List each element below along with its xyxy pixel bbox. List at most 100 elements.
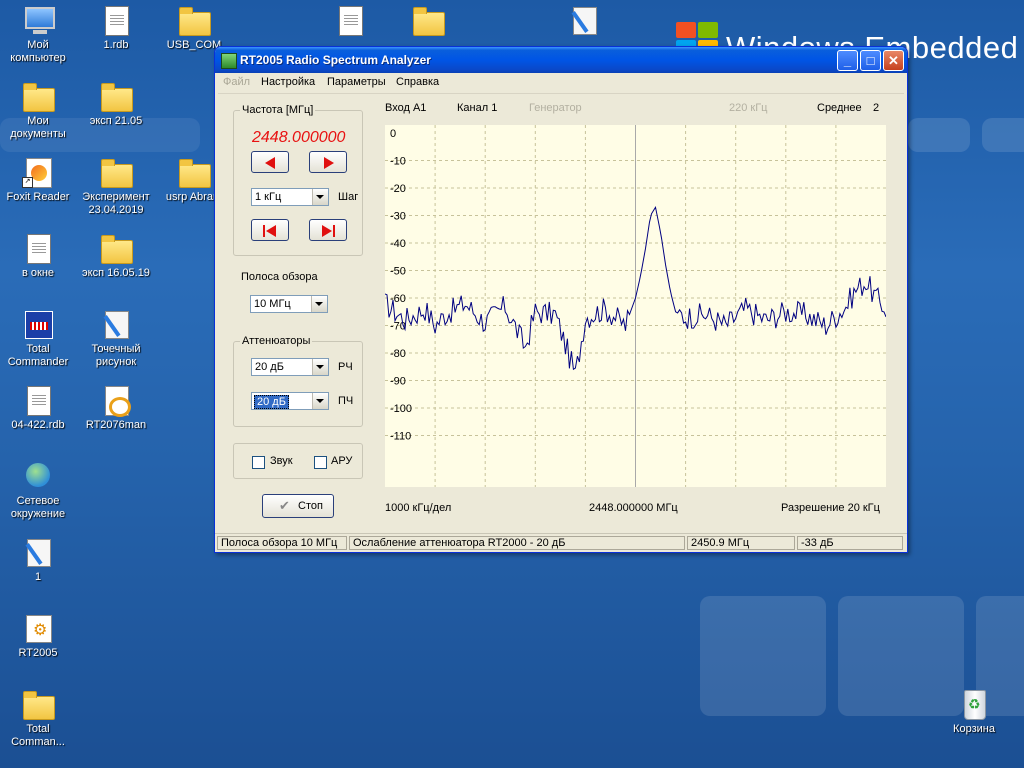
menu-settings[interactable]: Настройка — [261, 76, 315, 88]
y-tick-label: -10 — [390, 156, 406, 168]
frequency-decrease-button[interactable] — [251, 151, 289, 173]
center-frequency-label: 2448.000000 МГц — [589, 502, 678, 514]
network-globe-icon — [26, 463, 50, 487]
menu-help[interactable]: Справка — [396, 76, 439, 88]
desktop-icon-recycle-bin[interactable]: Корзина — [936, 688, 1012, 736]
desktop-icon-rt2005[interactable]: RT2005 — [0, 612, 76, 660]
desktop-decoration — [700, 596, 826, 716]
status-marker-frequency: 2450.9 МГц — [687, 536, 795, 550]
y-tick-label: -110 — [390, 431, 411, 443]
status-marker-level: -33 дБ — [797, 536, 903, 550]
shortcut-arrow-icon: ↗ — [22, 177, 33, 188]
chevron-down-icon[interactable] — [312, 359, 328, 375]
menu-file[interactable]: Файл — [223, 76, 250, 88]
desktop-icon-partial-paint[interactable] — [546, 4, 622, 39]
desktop-icon-04-422-rdb[interactable]: 04-422.rdb — [0, 384, 76, 432]
checkmark-icon: ✔ — [279, 498, 290, 513]
step-label: Шаг — [338, 191, 359, 203]
desktop-icon-rt2076man[interactable]: RT2076man — [78, 384, 154, 432]
frequency-display: 2448.000000 — [252, 129, 346, 146]
close-button[interactable]: ✕ — [883, 50, 904, 71]
attenuators-group: Аттенюаторы 20 дБ РЧ 20 дБ ПЧ — [233, 335, 363, 427]
menu-bar: Файл Настройка Параметры Справка — [218, 73, 904, 94]
desktop-icon-network[interactable]: Сетевое окружение — [0, 460, 76, 521]
desktop-icon-total-commander[interactable]: Total Commander — [0, 308, 76, 369]
folder-icon — [101, 83, 133, 112]
y-tick-label: -80 — [390, 348, 406, 360]
y-tick-label: -20 — [390, 183, 406, 195]
minimize-button[interactable]: _ — [837, 50, 858, 71]
desktop-icon-1[interactable]: 1 — [0, 536, 76, 584]
desktop-icon-bitmap[interactable]: Точечный рисунок — [78, 308, 154, 369]
y-tick-label: 0 — [390, 128, 396, 140]
folder-icon — [413, 7, 445, 36]
stop-button[interactable]: ✔ Стоп — [262, 494, 334, 518]
y-tick-label: -30 — [390, 211, 406, 223]
window-title: RT2005 Radio Spectrum Analyzer — [240, 53, 431, 67]
span-select[interactable]: 10 МГц — [250, 295, 328, 313]
spectrum-chart[interactable]: 0-10-20-30-40-50-60-70-80-90-100-110 — [385, 125, 886, 487]
computer-icon — [25, 7, 55, 34]
paint-icon — [573, 7, 597, 35]
frequency-start-button[interactable] — [251, 219, 289, 241]
desktop-icon-rdb-file[interactable]: 1.rdb — [78, 4, 154, 52]
chevron-down-icon[interactable] — [312, 189, 328, 205]
rf-attenuator-select[interactable]: 20 дБ — [251, 358, 329, 376]
frequency-group-label: Частота [МГц] — [240, 104, 316, 116]
chevron-down-icon[interactable] — [311, 296, 327, 312]
bandwidth-label: 220 кГц — [729, 102, 768, 114]
resolution-label: Разрешение 20 кГц — [781, 502, 880, 514]
frequency-increase-button[interactable] — [309, 151, 347, 173]
channel-label: Канал 1 — [457, 102, 498, 114]
desktop-icon-foxit-reader[interactable]: ↗ Foxit Reader — [0, 156, 76, 204]
span-label: Полоса обзора — [241, 271, 318, 283]
average-label: Среднее — [817, 102, 862, 114]
desktop-icon-my-documents[interactable]: Мои документы — [0, 80, 76, 141]
y-tick-label: -90 — [390, 376, 406, 388]
desktop-icon-v-okne[interactable]: в окне — [0, 232, 76, 280]
desktop-icon-partial-folder[interactable] — [390, 4, 466, 39]
menu-parameters[interactable]: Параметры — [327, 76, 386, 88]
app-icon — [221, 53, 237, 69]
rt2005-app-icon — [26, 615, 52, 643]
folder-icon — [101, 159, 133, 188]
desktop-icon-experiment-2304[interactable]: Эксперимент 23.04.2019 — [78, 156, 154, 217]
agc-label: АРУ — [331, 455, 353, 467]
y-tick-label: -50 — [390, 266, 406, 278]
desktop-icon-total-commander-folder[interactable]: Total Comman... — [0, 688, 76, 749]
document-icon — [27, 386, 51, 416]
frequency-end-button[interactable] — [309, 219, 347, 241]
agc-checkbox[interactable] — [314, 456, 327, 469]
desktop-icon-my-computer[interactable]: Мой компьютер — [0, 4, 76, 65]
arrow-left-icon — [265, 157, 275, 169]
recycle-bin-icon — [964, 690, 986, 720]
if-label: ПЧ — [338, 395, 354, 407]
pdf-icon — [105, 386, 131, 417]
total-commander-icon — [25, 311, 53, 339]
folder-icon — [179, 7, 211, 36]
desktop-icon-usb-com[interactable]: USB_COM — [156, 4, 232, 52]
desktop-icon-exp-160519[interactable]: эксп 16.05.19 — [78, 232, 154, 280]
title-bar[interactable]: RT2005 Radio Spectrum Analyzer _ □ ✕ — [215, 47, 907, 73]
spectrum-analyzer-window: RT2005 Radio Spectrum Analyzer _ □ ✕ Фай… — [214, 46, 908, 553]
attenuators-group-label: Аттенюаторы — [240, 335, 313, 347]
frequency-group: Частота [МГц] 2448.000000 1 кГц Шаг — [233, 104, 363, 256]
chevron-down-icon[interactable] — [312, 393, 328, 409]
folder-icon — [101, 235, 133, 264]
if-attenuator-select[interactable]: 20 дБ — [251, 392, 329, 410]
document-icon — [105, 6, 129, 36]
arrow-right-icon — [324, 157, 334, 169]
rf-label: РЧ — [338, 361, 353, 373]
maximize-button[interactable]: □ — [860, 50, 881, 71]
desktop-icon-exp-2105[interactable]: эксп 21.05 — [78, 80, 154, 128]
average-value: 2 — [873, 102, 880, 114]
skip-forward-icon — [322, 225, 332, 237]
sound-checkbox[interactable] — [252, 456, 265, 469]
desktop-decoration — [908, 118, 970, 152]
documents-folder-icon — [23, 83, 55, 112]
scale-label: 1000 кГц/дел — [385, 502, 452, 514]
desktop-decoration — [982, 118, 1024, 152]
desktop-icon-partial[interactable] — [312, 4, 388, 39]
text-document-icon — [27, 234, 51, 264]
frequency-step-select[interactable]: 1 кГц — [251, 188, 329, 206]
